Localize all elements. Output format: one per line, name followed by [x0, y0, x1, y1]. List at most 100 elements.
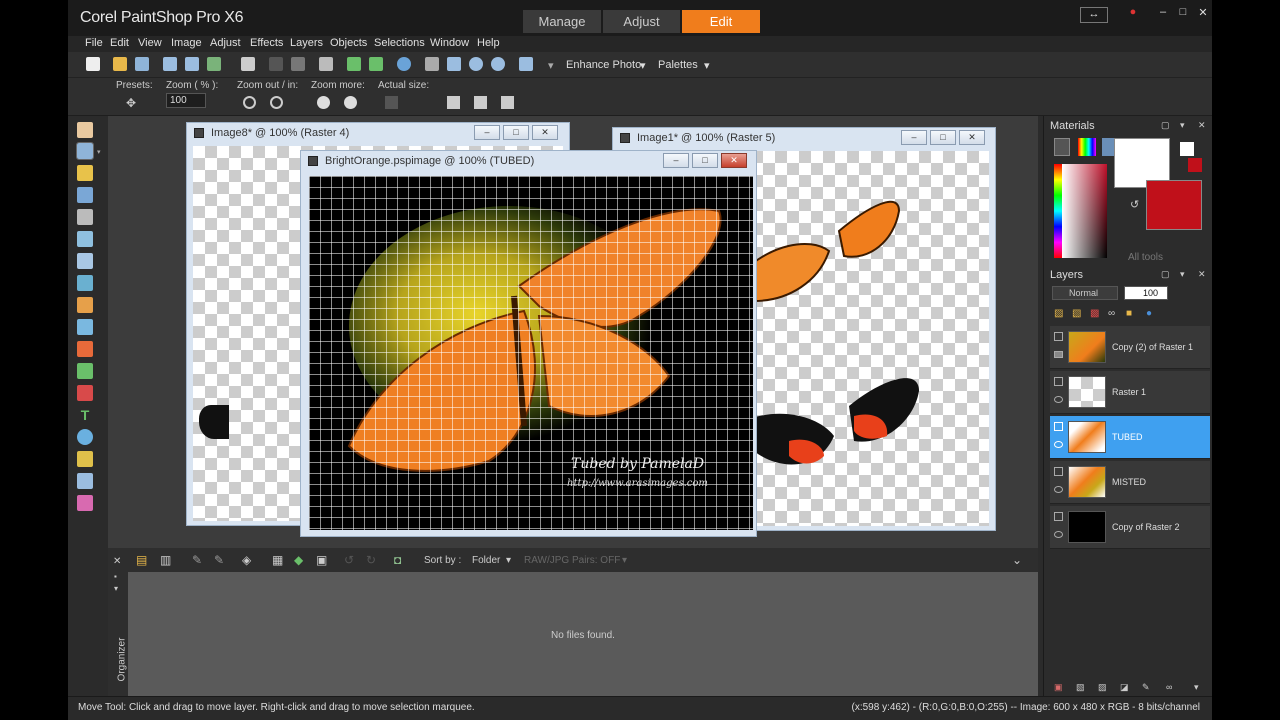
tubed-canvas[interactable]: Tubed by PamelaD http://www.arasimages.c…: [309, 176, 753, 530]
move-preset-icon[interactable]: ✥: [126, 96, 139, 110]
straighten-tool-icon[interactable]: [77, 231, 93, 247]
minimize-icon[interactable]: –: [663, 153, 689, 168]
new-mask-icon[interactable]: ▧: [1072, 308, 1081, 319]
paint-brush-icon[interactable]: [77, 341, 93, 357]
tab-manage[interactable]: Manage: [523, 10, 601, 33]
all-tools-label[interactable]: All tools: [1128, 252, 1163, 263]
collapse-icon[interactable]: ⌄: [1012, 553, 1022, 567]
zoom-in-icon[interactable]: [270, 96, 283, 109]
frame-tab-icon[interactable]: [1054, 138, 1070, 156]
layer-row-active[interactable]: TUBED: [1050, 416, 1210, 459]
share-icon[interactable]: [207, 57, 221, 71]
color-picker[interactable]: [1062, 164, 1107, 258]
close-icon[interactable]: ✕: [113, 556, 121, 567]
adjust-layer-icon[interactable]: ▨: [1098, 682, 1107, 693]
print-icon[interactable]: ▦: [272, 553, 283, 567]
menu-view[interactable]: View: [138, 37, 162, 49]
chevron-down-icon[interactable]: ▾: [1180, 269, 1185, 280]
close-icon[interactable]: ✕: [721, 153, 747, 168]
fit-window-icon[interactable]: [447, 57, 461, 71]
clone-tool-icon[interactable]: [77, 297, 93, 313]
sort-by-dropdown[interactable]: Folder: [472, 555, 500, 566]
visibility-box-icon[interactable]: [1054, 332, 1063, 341]
close-icon[interactable]: ✕: [1198, 120, 1206, 131]
enhance-photo-menu[interactable]: Enhance Photo: [566, 59, 641, 71]
zoom-more-in-icon[interactable]: [344, 96, 357, 109]
close-icon[interactable]: ✕: [959, 130, 985, 145]
center-icon[interactable]: [474, 96, 487, 109]
shape-tool-icon[interactable]: [77, 429, 93, 445]
bg-small-swatch[interactable]: [1188, 158, 1202, 172]
visibility-box-icon[interactable]: [1054, 467, 1063, 476]
pin-icon[interactable]: ▪: [114, 572, 117, 581]
maximize-icon[interactable]: □: [1175, 6, 1191, 20]
menu-window[interactable]: Window: [430, 37, 469, 49]
swap-colors-icon[interactable]: ↺: [1130, 198, 1139, 211]
resize-icon[interactable]: [319, 57, 333, 71]
view-mode-dropdown-icon[interactable]: ▾: [548, 59, 554, 72]
close-icon[interactable]: ✕: [1198, 269, 1206, 280]
browse-icon[interactable]: [135, 57, 149, 71]
brush-icon[interactable]: ✎: [1142, 682, 1150, 693]
menu-image[interactable]: Image: [171, 37, 202, 49]
selection-tool-icon[interactable]: [77, 165, 93, 181]
lock-icon[interactable]: [1054, 351, 1063, 358]
brush-icon[interactable]: ✎: [214, 553, 224, 567]
menu-effects[interactable]: Effects: [250, 37, 283, 49]
save-as-icon[interactable]: [185, 57, 199, 71]
visibility-box-icon[interactable]: [1054, 377, 1063, 386]
slideshow-icon[interactable]: ▣: [316, 553, 327, 567]
new-raster-icon[interactable]: ▣: [1054, 682, 1063, 693]
chevron-down-icon[interactable]: ▾: [1180, 120, 1185, 131]
makeover-tool-icon[interactable]: [77, 275, 93, 291]
layer-row[interactable]: Copy (2) of Raster 1: [1050, 326, 1210, 369]
fg-small-swatch[interactable]: [1180, 142, 1194, 156]
save-icon[interactable]: [163, 57, 177, 71]
tab-adjust[interactable]: Adjust: [603, 10, 680, 33]
folder-icon[interactable]: ▤: [136, 553, 147, 567]
menu-objects[interactable]: Objects: [330, 37, 367, 49]
eye-icon[interactable]: [1054, 531, 1063, 538]
link-icon[interactable]: ∞: [1108, 308, 1115, 319]
tool-flyout-arrow-icon[interactable]: ▾: [97, 148, 101, 156]
link-icon[interactable]: ∞: [1166, 682, 1172, 692]
print-icon[interactable]: [241, 57, 255, 71]
crop-tool-icon[interactable]: [77, 209, 93, 225]
chevron-down-icon[interactable]: ▾: [1194, 682, 1199, 693]
group-icon[interactable]: ●: [1146, 308, 1152, 319]
user-icon[interactable]: ●: [1125, 6, 1141, 20]
object-remover-icon[interactable]: [77, 319, 93, 335]
zoom-out-icon[interactable]: [243, 96, 256, 109]
zoom-in-icon[interactable]: [491, 57, 505, 71]
actual-size-icon[interactable]: [385, 96, 398, 109]
palette-tab-icon[interactable]: [1078, 138, 1096, 156]
list-view-icon[interactable]: ▥: [160, 553, 171, 567]
pen-tool-icon[interactable]: [77, 451, 93, 467]
maximize-icon[interactable]: □: [930, 130, 956, 145]
mask-icon[interactable]: ◪: [1120, 682, 1129, 693]
red-eye-tool-icon[interactable]: [77, 253, 93, 269]
delete-layer-icon[interactable]: ▩: [1090, 308, 1099, 319]
zoom-more-out-icon[interactable]: [317, 96, 330, 109]
redo-icon[interactable]: [291, 57, 305, 71]
close-icon[interactable]: ✕: [1195, 6, 1211, 20]
dock-icon[interactable]: ▢: [1161, 269, 1170, 280]
new-file-icon[interactable]: [86, 57, 100, 71]
dock-icon[interactable]: ▢: [1161, 120, 1170, 131]
brightorange-window[interactable]: BrightOrange.pspimage @ 100% (TUBED) – □…: [300, 150, 757, 537]
maximize-icon[interactable]: □: [503, 125, 529, 140]
warp-tool-icon[interactable]: [77, 473, 93, 489]
edit-icon[interactable]: ✎: [192, 553, 202, 567]
align-icon[interactable]: [447, 96, 460, 109]
dropper-tool-icon[interactable]: [77, 187, 93, 203]
eraser-tool-icon[interactable]: [77, 385, 93, 401]
blend-mode-select[interactable]: Normal: [1052, 286, 1118, 300]
pan-tool-icon[interactable]: [77, 122, 93, 138]
layer-row[interactable]: Raster 1: [1050, 371, 1210, 414]
undo-icon[interactable]: [269, 57, 283, 71]
background-swatch[interactable]: [1146, 180, 1202, 230]
hue-slider[interactable]: [1054, 164, 1062, 258]
palettes-menu[interactable]: Palettes: [658, 59, 698, 71]
rotate-left-icon[interactable]: ↺: [344, 553, 354, 567]
flood-fill-icon[interactable]: [77, 495, 93, 511]
